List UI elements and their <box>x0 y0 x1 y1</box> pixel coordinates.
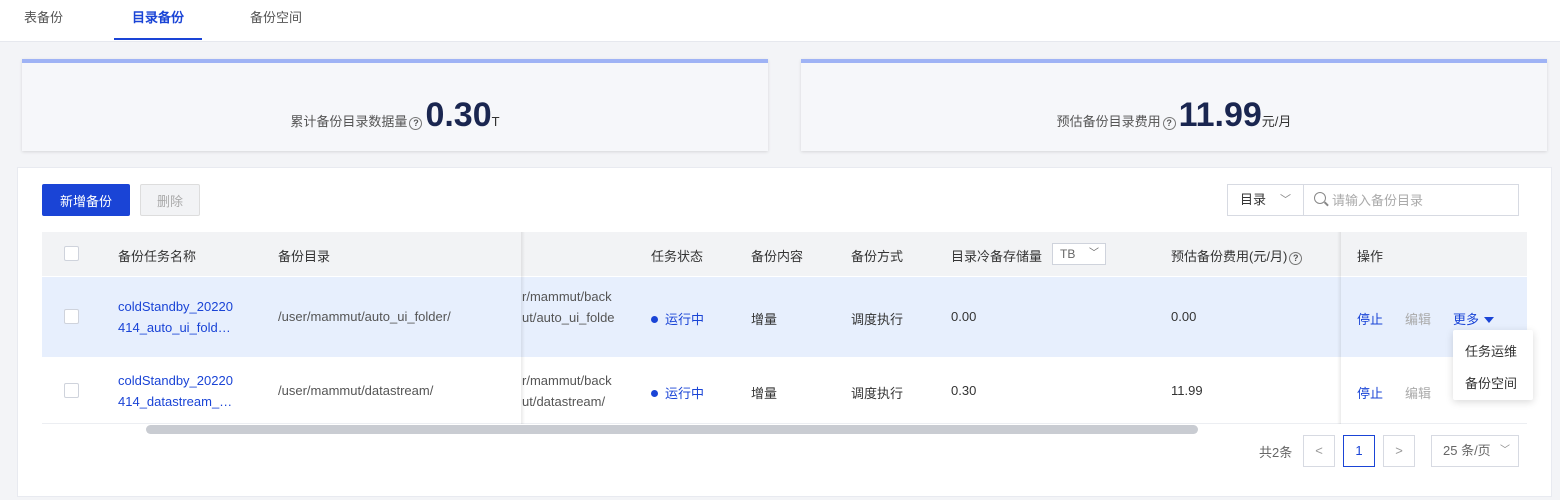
page-size-select[interactable]: 25 条/页 ﹀ <box>1431 435 1519 467</box>
add-backup-button[interactable]: 新增备份 <box>42 184 130 216</box>
col-header-storage: 目录冷备存储量 <box>951 249 1043 264</box>
storage-value: 0.00 <box>951 309 977 324</box>
tab-bar: 表备份 目录备份 备份空间 <box>0 0 1560 42</box>
more-label: 更多 <box>1453 312 1480 327</box>
cost-value: 0.00 <box>1171 309 1197 324</box>
chevron-down-icon: ﹀ <box>1089 248 1099 259</box>
row-checkbox[interactable] <box>64 383 79 398</box>
stat-card-total: 累计备份目录数据量? 0.30T <box>22 59 768 151</box>
col-header-name: 备份任务名称 <box>118 249 197 264</box>
backup-content: 增量 <box>751 312 778 327</box>
target-dir-line: r/mammut/back <box>522 373 612 388</box>
table-row: coldStandby_20220 414_datastream_… /user… <box>42 358 1527 424</box>
target-dir: r/mammut/back ut/datastream/ <box>522 370 612 412</box>
target-dir-line: r/mammut/back <box>522 289 612 304</box>
chevron-right-icon: > <box>1395 443 1403 458</box>
task-name-link[interactable]: coldStandby_20220 414_auto_ui_fold… <box>118 296 233 338</box>
stop-button[interactable]: 停止 <box>1357 383 1383 402</box>
fixed-column-divider <box>521 232 525 424</box>
delete-button[interactable]: 删除 <box>140 184 200 216</box>
task-name-line: coldStandby_20220 <box>118 373 233 388</box>
stat-cost-label: 预估备份目录费用 <box>1056 114 1161 129</box>
target-dir-line: ut/auto_ui_folde <box>522 310 615 325</box>
col-header-cost-label: 预估备份费用(元/月) <box>1171 249 1288 264</box>
table-row: coldStandby_20220 414_auto_ui_fold… /use… <box>42 277 1527 357</box>
status-badge: 运行中 <box>651 309 704 328</box>
storage-value: 0.30 <box>951 383 977 398</box>
search-filter: 目录 ﹀ <box>1227 184 1519 216</box>
more-button[interactable]: 更多 <box>1453 309 1495 328</box>
stat-cost-value: 11.99 <box>1178 96 1262 134</box>
stat-total-value: 0.30 <box>425 96 492 134</box>
stat-cost-unit: 元/月 <box>1261 114 1292 129</box>
search-input[interactable] <box>1332 185 1512 215</box>
more-dropdown-menu: 任务运维 备份空间 <box>1453 330 1533 400</box>
next-page-button[interactable]: > <box>1383 435 1415 467</box>
storage-unit-select[interactable]: TB ﹀ <box>1052 243 1106 265</box>
backup-content: 增量 <box>751 386 778 401</box>
backup-method: 调度执行 <box>851 386 904 401</box>
page-size-value: 25 条/页 <box>1443 443 1491 458</box>
stat-total-unit: T <box>491 114 500 129</box>
edit-button[interactable]: 编辑 <box>1405 309 1431 328</box>
tab-directory-backup[interactable]: 目录备份 <box>114 0 202 40</box>
col-header-cost: 预估备份费用(元/月)? <box>1171 246 1305 265</box>
chevron-left-icon: < <box>1315 443 1323 458</box>
stat-total-label: 累计备份目录数据量 <box>290 114 408 129</box>
pagination-total: 共2条 <box>1259 445 1293 460</box>
tab-backup-space[interactable]: 备份空间 <box>250 0 302 40</box>
fixed-column-divider <box>1337 232 1341 424</box>
table-header: 备份任务名称 备份目录 任务状态 备份内容 备份方式 目录冷备存储量 预估备份费… <box>42 232 1527 276</box>
col-header-ops: 操作 <box>1357 249 1384 264</box>
chevron-down-icon: ﹀ <box>1500 445 1510 456</box>
stat-card-cost: 预估备份目录费用? 11.99元/月 <box>801 59 1547 151</box>
backup-dir: /user/mammut/datastream/ <box>278 383 434 398</box>
menu-item-backup-space[interactable]: 备份空间 <box>1465 373 1517 392</box>
edit-button[interactable]: 编辑 <box>1405 383 1431 402</box>
status-dot-icon <box>651 390 658 397</box>
backup-dir: /user/mammut/auto_ui_folder/ <box>278 309 451 324</box>
task-name-line: 414_auto_ui_fold… <box>118 320 231 335</box>
tab-table-backup[interactable]: 表备份 <box>24 0 63 40</box>
stop-button[interactable]: 停止 <box>1357 309 1383 328</box>
cost-value: 11.99 <box>1171 383 1203 398</box>
prev-page-button[interactable]: < <box>1303 435 1335 467</box>
help-circle-icon[interactable]: ? <box>1289 252 1303 265</box>
task-name-link[interactable]: coldStandby_20220 414_datastream_… <box>118 370 233 412</box>
col-header-dir: 备份目录 <box>278 249 331 264</box>
help-circle-icon[interactable]: ? <box>1162 117 1176 130</box>
row-checkbox[interactable] <box>64 309 79 324</box>
col-header-status: 任务状态 <box>651 249 704 264</box>
help-circle-icon[interactable]: ? <box>409 117 423 130</box>
task-name-line: 414_datastream_… <box>118 394 233 409</box>
target-dir-line: ut/datastream/ <box>522 394 606 409</box>
storage-unit-value: TB <box>1060 247 1076 261</box>
chevron-down-icon: ﹀ <box>1280 194 1291 206</box>
menu-item-task-ops[interactable]: 任务运维 <box>1465 341 1517 360</box>
status-text: 运行中 <box>665 386 705 401</box>
filter-type-select[interactable]: 目录 ﹀ <box>1228 185 1304 215</box>
col-header-method: 备份方式 <box>851 249 904 264</box>
search-icon <box>1314 192 1326 204</box>
filter-type-value: 目录 <box>1240 192 1267 207</box>
target-dir: r/mammut/back ut/auto_ui_folde <box>522 286 615 328</box>
page-button-current[interactable]: 1 <box>1343 435 1375 467</box>
select-all-checkbox[interactable] <box>64 246 79 261</box>
caret-down-icon <box>1484 317 1495 323</box>
status-dot-icon <box>651 316 658 323</box>
horizontal-scrollbar[interactable] <box>146 425 1198 434</box>
status-text: 运行中 <box>665 312 705 327</box>
backup-method: 调度执行 <box>851 312 904 327</box>
status-badge: 运行中 <box>651 383 704 402</box>
task-name-line: coldStandby_20220 <box>118 299 233 314</box>
col-header-content: 备份内容 <box>751 249 804 264</box>
